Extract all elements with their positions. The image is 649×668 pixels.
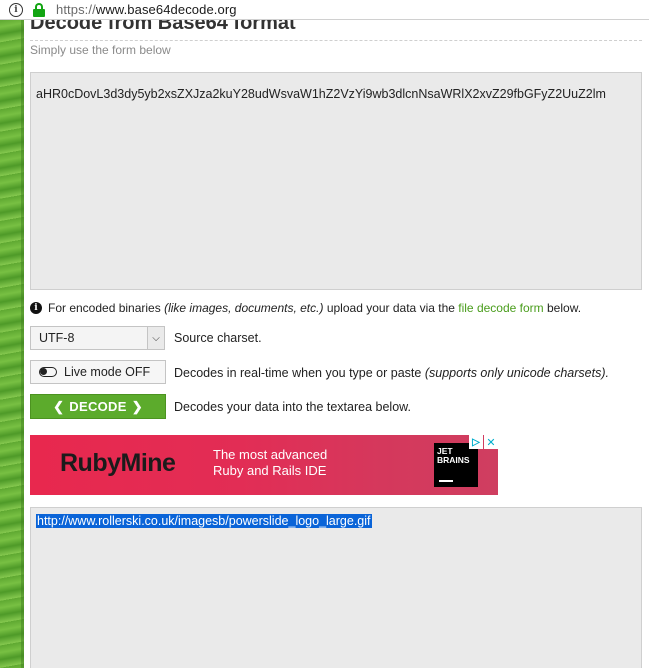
toggle-switch-icon	[39, 367, 57, 377]
charset-select[interactable]: UTF-8 ⌵	[30, 326, 165, 350]
live-mode-label: Live mode OFF	[64, 365, 151, 379]
close-icon[interactable]: ✕	[484, 435, 498, 449]
lock-icon[interactable]	[32, 2, 46, 17]
live-mode-description: Decodes in real-time when you type or pa…	[174, 366, 609, 380]
page-title: Decode from Base64 format	[30, 20, 296, 34]
ad-brand: RubyMine	[60, 449, 176, 477]
main-content: Decode from Base64 format Simply use the…	[24, 20, 649, 668]
address-bar[interactable]: i https://www.base64decode.org	[0, 0, 649, 20]
info-circle-icon: i	[30, 302, 42, 314]
ad-banner[interactable]: RubyMine The most advanced Ruby and Rail…	[30, 435, 498, 495]
jetbrains-logo: JET BRAINS	[434, 443, 478, 487]
page: i https://www.base64decode.org Decode fr…	[0, 0, 649, 668]
file-decode-link[interactable]: file decode form	[458, 301, 543, 315]
ad-tagline: The most advanced Ruby and Rails IDE	[213, 447, 328, 478]
chevron-right-icon: ❯	[131, 398, 143, 414]
side-decoration	[0, 20, 24, 668]
decode-button-label: DECODE	[69, 399, 127, 414]
adchoices-icon[interactable]: ▷	[469, 435, 483, 449]
input-textarea[interactable]: aHR0cDovL3d3dy5yb2xsZXJza2kuY28udWsvaW1h…	[30, 72, 642, 290]
info-icon[interactable]: i	[9, 2, 23, 17]
charset-value: UTF-8	[39, 331, 75, 345]
selected-output-text[interactable]: http://www.rollerski.co.uk/imagesb/power…	[36, 514, 372, 528]
title-divider	[30, 40, 642, 41]
decode-description: Decodes your data into the textarea belo…	[174, 400, 411, 414]
page-subtitle: Simply use the form below	[30, 43, 171, 57]
chevron-down-icon[interactable]: ⌵	[147, 327, 164, 349]
decode-button[interactable]: ❮ DECODE ❯	[30, 394, 166, 419]
title-clip: Decode from Base64 format	[30, 20, 630, 38]
output-textarea[interactable]: http://www.rollerski.co.uk/imagesb/power…	[30, 507, 642, 668]
chevron-left-icon: ❮	[53, 398, 65, 414]
live-mode-toggle[interactable]: Live mode OFF	[30, 360, 166, 384]
charset-label: Source charset.	[174, 331, 262, 345]
url-text[interactable]: https://www.base64decode.org	[56, 2, 237, 17]
binary-note: i For encoded binaries (like images, doc…	[30, 301, 581, 315]
